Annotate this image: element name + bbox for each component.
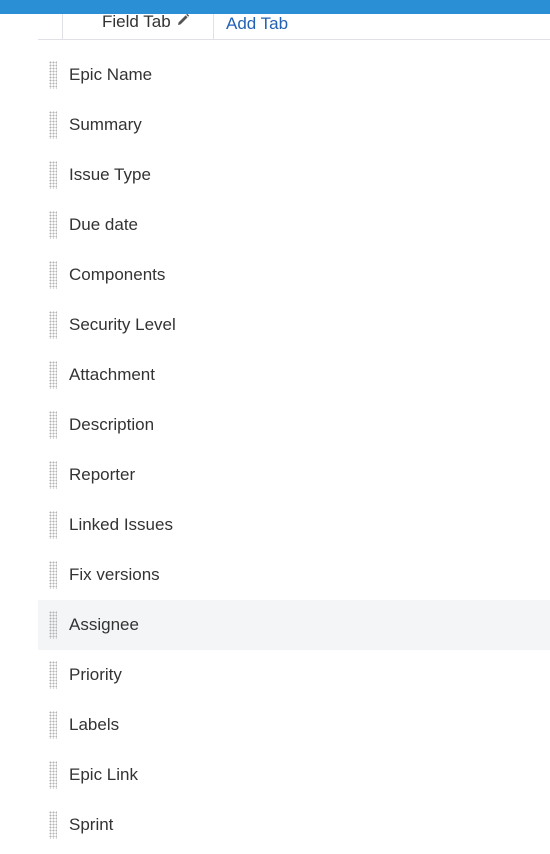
add-tab-link[interactable]: Add Tab: [226, 14, 288, 34]
field-label: Fix versions: [69, 565, 160, 584]
drag-handle-icon[interactable]: [49, 811, 57, 839]
field-label: Linked Issues: [69, 515, 173, 534]
field-row[interactable]: Issue Type: [38, 150, 550, 200]
drag-handle-icon[interactable]: [49, 761, 57, 789]
field-label: Epic Link: [69, 765, 138, 784]
field-row[interactable]: Epic Name: [38, 50, 550, 100]
drag-handle-icon[interactable]: [49, 311, 57, 339]
drag-handle-icon[interactable]: [49, 561, 57, 589]
field-row-hovered[interactable]: Assignee: [38, 600, 550, 650]
drag-handle-icon[interactable]: [49, 161, 57, 189]
field-row[interactable]: Epic Link: [38, 750, 550, 800]
field-row[interactable]: Summary: [38, 100, 550, 150]
drag-handle-icon[interactable]: [49, 611, 57, 639]
field-label: Description: [69, 415, 155, 434]
field-label: Components: [69, 265, 166, 284]
field-label: Assignee: [69, 615, 139, 634]
field-row[interactable]: Linked Issues: [38, 500, 550, 550]
field-row[interactable]: Components: [38, 250, 550, 300]
drag-handle-icon[interactable]: [49, 461, 57, 489]
tab-field-tab-label: Field Tab: [102, 12, 171, 31]
tab-field-tab[interactable]: Field Tab: [62, 12, 214, 39]
field-row[interactable]: Reporter: [38, 450, 550, 500]
drag-handle-icon[interactable]: [49, 261, 57, 289]
drag-handle-icon[interactable]: [49, 211, 57, 239]
field-label: Attachment: [69, 365, 155, 384]
top-bar: [0, 0, 550, 14]
field-row[interactable]: Labels: [38, 700, 550, 750]
drag-handle-icon[interactable]: [49, 61, 57, 89]
field-label: Reporter: [69, 465, 136, 484]
field-label: Epic Name: [69, 65, 153, 84]
field-row[interactable]: Sprint: [38, 800, 550, 850]
pencil-icon[interactable]: [175, 12, 191, 28]
field-row[interactable]: Priority: [38, 650, 550, 700]
field-row[interactable]: Due date: [38, 200, 550, 250]
drag-handle-icon[interactable]: [49, 411, 57, 439]
field-row[interactable]: Security Level: [38, 300, 550, 350]
field-label: Summary: [69, 115, 142, 134]
tab-header: Field Tab Add Tab: [38, 12, 550, 40]
drag-handle-icon[interactable]: [49, 711, 57, 739]
drag-handle-icon[interactable]: [49, 511, 57, 539]
field-row[interactable]: Attachment: [38, 350, 550, 400]
field-label: Issue Type: [69, 165, 151, 184]
field-label: Priority: [69, 665, 122, 684]
field-list: Epic Name Summary Issue Type Due date Co…: [38, 50, 550, 850]
field-label: Security Level: [69, 315, 176, 334]
field-label: Sprint: [69, 815, 114, 834]
field-row[interactable]: Fix versions: [38, 550, 550, 600]
field-label: Due date: [69, 215, 138, 234]
field-label: Labels: [69, 715, 120, 734]
drag-handle-icon[interactable]: [49, 661, 57, 689]
field-row[interactable]: Description: [38, 400, 550, 450]
drag-handle-icon[interactable]: [49, 361, 57, 389]
drag-handle-icon[interactable]: [49, 111, 57, 139]
